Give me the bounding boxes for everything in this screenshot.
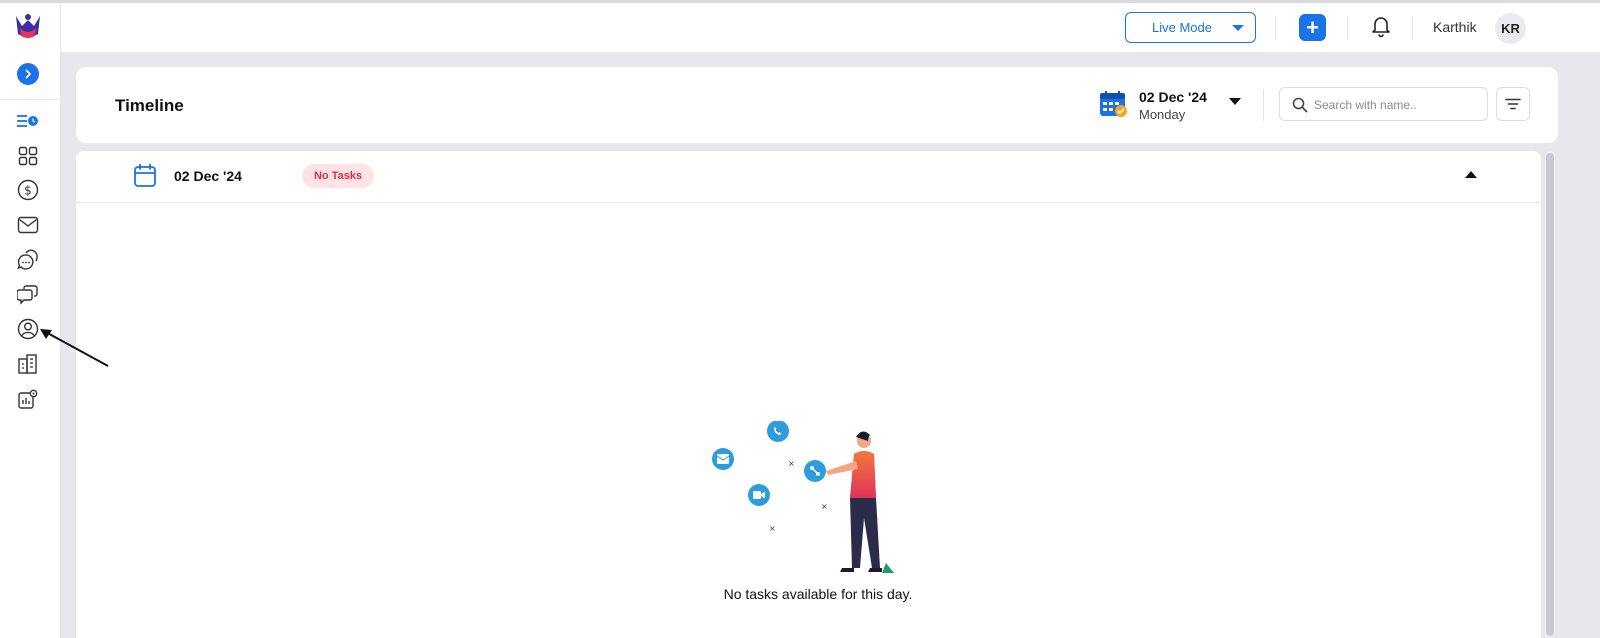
empty-state-illustration: × × × — [712, 421, 894, 573]
notifications-button[interactable] — [1369, 13, 1393, 39]
mail-icon — [17, 216, 39, 234]
status-badge: No Tasks — [302, 164, 374, 188]
sidebar-divider — [0, 99, 60, 100]
app-logo[interactable] — [12, 12, 44, 42]
date-dropdown-icon[interactable] — [1229, 98, 1241, 105]
search-input[interactable] — [1314, 95, 1482, 115]
day-date: 02 Dec '24 — [174, 168, 242, 184]
avatar[interactable]: KR — [1495, 13, 1526, 44]
chevron-down-icon — [1232, 25, 1244, 31]
sidebar: $ — [0, 3, 61, 638]
search-icon — [1292, 97, 1308, 113]
sidebar-item-email[interactable] — [16, 213, 40, 237]
sidebar-item-reports-settings[interactable] — [16, 387, 40, 411]
svg-text:×: × — [821, 502, 828, 511]
day-group-header[interactable]: 02 Dec '24 No Tasks — [76, 151, 1541, 203]
sidebar-item-deals[interactable]: $ — [16, 178, 40, 202]
analytics-settings-icon — [18, 389, 38, 409]
grid-icon — [18, 146, 38, 166]
header-divider — [1263, 89, 1264, 121]
timeline-header: Timeline 02 Dec '24 Monday — [76, 67, 1558, 143]
filter-button[interactable] — [1496, 87, 1530, 121]
annotation-arrow — [40, 329, 109, 367]
dollar-icon: $ — [17, 179, 39, 201]
add-button[interactable]: + — [1299, 14, 1326, 41]
timeline-list: 02 Dec '24 No Tasks × × × No tasks avail… — [76, 151, 1541, 638]
scrollbar-thumb[interactable] — [1546, 153, 1554, 636]
empty-state-message: No tasks available for this day. — [723, 586, 913, 602]
topbar-divider — [1347, 16, 1348, 40]
expand-sidebar-button[interactable] — [17, 63, 39, 85]
sidebar-item-chats[interactable] — [16, 248, 40, 272]
sidebar-item-dashboard[interactable] — [16, 144, 40, 168]
timeline-icon — [17, 115, 38, 127]
chat-bubbles-icon — [17, 249, 38, 270]
chevron-up-icon[interactable] — [1465, 171, 1477, 178]
conversation-icon — [17, 285, 38, 305]
calendar-icon — [134, 163, 156, 187]
svg-text:×: × — [769, 524, 776, 533]
main-content: Timeline 02 Dec '24 Monday Search with n… — [61, 52, 1600, 638]
topbar-divider — [1275, 16, 1276, 40]
chevron-right-icon — [25, 69, 31, 79]
top-bar: Live Mode + Karthik KR — [61, 3, 1600, 52]
bell-icon — [1372, 17, 1390, 38]
search-box — [1279, 87, 1488, 121]
selected-weekday: Monday — [1139, 107, 1186, 122]
sidebar-item-timeline[interactable] — [16, 109, 40, 133]
mode-dropdown[interactable]: Live Mode — [1125, 12, 1256, 43]
calendar-date-icon[interactable] — [1099, 90, 1129, 118]
scrollbar[interactable] — [1545, 151, 1555, 638]
selected-date[interactable]: 02 Dec '24 — [1139, 89, 1207, 105]
filter-icon — [1505, 98, 1521, 110]
mode-label: Live Mode — [1152, 20, 1212, 35]
topbar-divider — [1412, 16, 1413, 40]
svg-text:×: × — [788, 459, 795, 468]
user-name[interactable]: Karthik — [1433, 19, 1477, 35]
page-title: Timeline — [115, 96, 184, 115]
svg-text:$: $ — [24, 184, 32, 198]
sidebar-item-conversations[interactable] — [16, 283, 40, 307]
